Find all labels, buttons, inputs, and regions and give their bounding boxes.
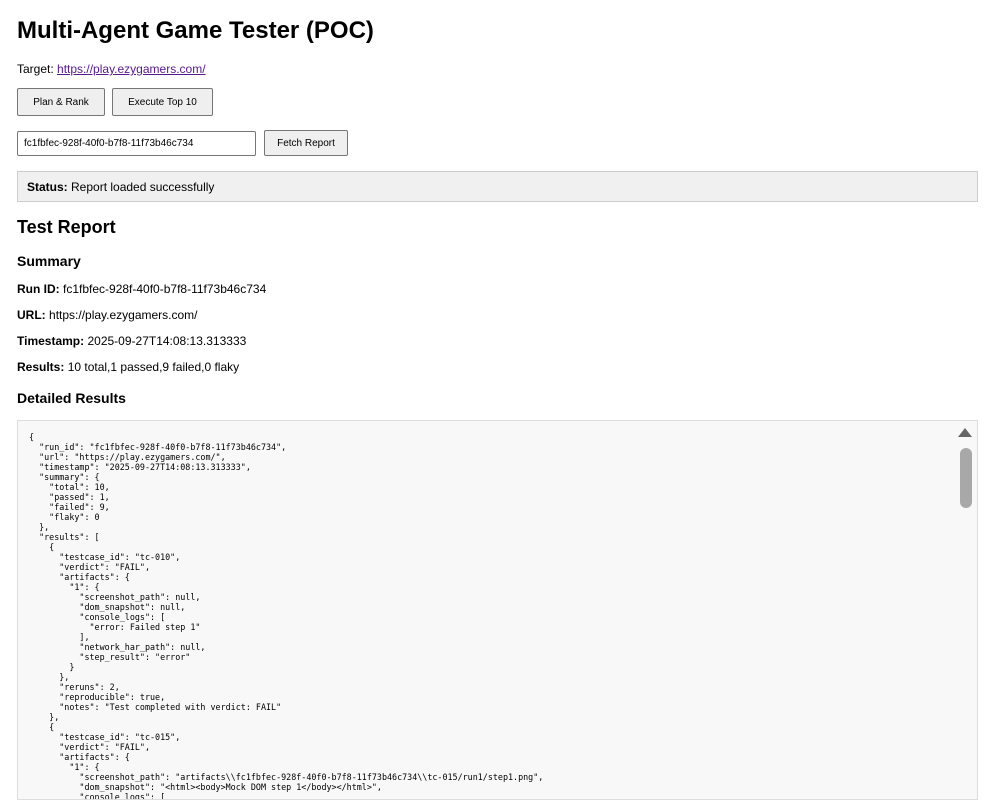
json-results-panel[interactable]: { "run_id": "fc1fbfec-928f-40f0-b7f8-11f… [17, 420, 978, 800]
fetch-report-button[interactable]: Fetch Report [264, 130, 348, 156]
run-id-label: Run ID: [17, 282, 60, 296]
execute-top-10-button[interactable]: Execute Top 10 [112, 88, 213, 116]
results-value: 10 total,1 passed,9 failed,0 flaky [67, 360, 240, 374]
report-heading: Test Report [17, 217, 116, 237]
run-id-input[interactable] [17, 131, 256, 156]
timestamp-line: Timestamp: 2025-09-27T14:08:13.313333 [17, 334, 246, 348]
json-results-text: { "run_id": "fc1fbfec-928f-40f0-b7f8-11f… [29, 432, 544, 800]
results-line: Results: 10 total,1 passed,9 failed,0 fl… [17, 360, 239, 374]
detailed-results-heading: Detailed Results [17, 390, 126, 406]
summary-heading: Summary [17, 253, 81, 269]
scroll-up-arrow-icon[interactable] [958, 428, 972, 437]
url-label: URL: [17, 308, 46, 322]
results-label: Results: [17, 360, 65, 374]
target-line: Target: https://play.ezygamers.com/ [17, 62, 206, 76]
status-text: Report loaded successfully [71, 180, 215, 194]
status-label: Status: [27, 180, 68, 194]
timestamp-label: Timestamp: [17, 334, 85, 348]
timestamp-value: 2025-09-27T14:08:13.313333 [87, 334, 247, 348]
page-title: Multi-Agent Game Tester (POC) [17, 17, 374, 44]
url-line: URL: https://play.ezygamers.com/ [17, 308, 198, 322]
plan-rank-button[interactable]: Plan & Rank [17, 88, 105, 116]
url-value: https://play.ezygamers.com/ [49, 308, 198, 322]
scrollbar[interactable] [955, 421, 977, 799]
target-link[interactable]: https://play.ezygamers.com/ [57, 62, 206, 76]
target-label: Target: [17, 62, 54, 76]
status-bar: Status: Report loaded successfully [17, 171, 978, 202]
scrollbar-thumb[interactable] [960, 448, 972, 508]
run-id-line: Run ID: fc1fbfec-928f-40f0-b7f8-11f73b46… [17, 282, 266, 296]
run-id-value: fc1fbfec-928f-40f0-b7f8-11f73b46c734 [63, 282, 267, 296]
